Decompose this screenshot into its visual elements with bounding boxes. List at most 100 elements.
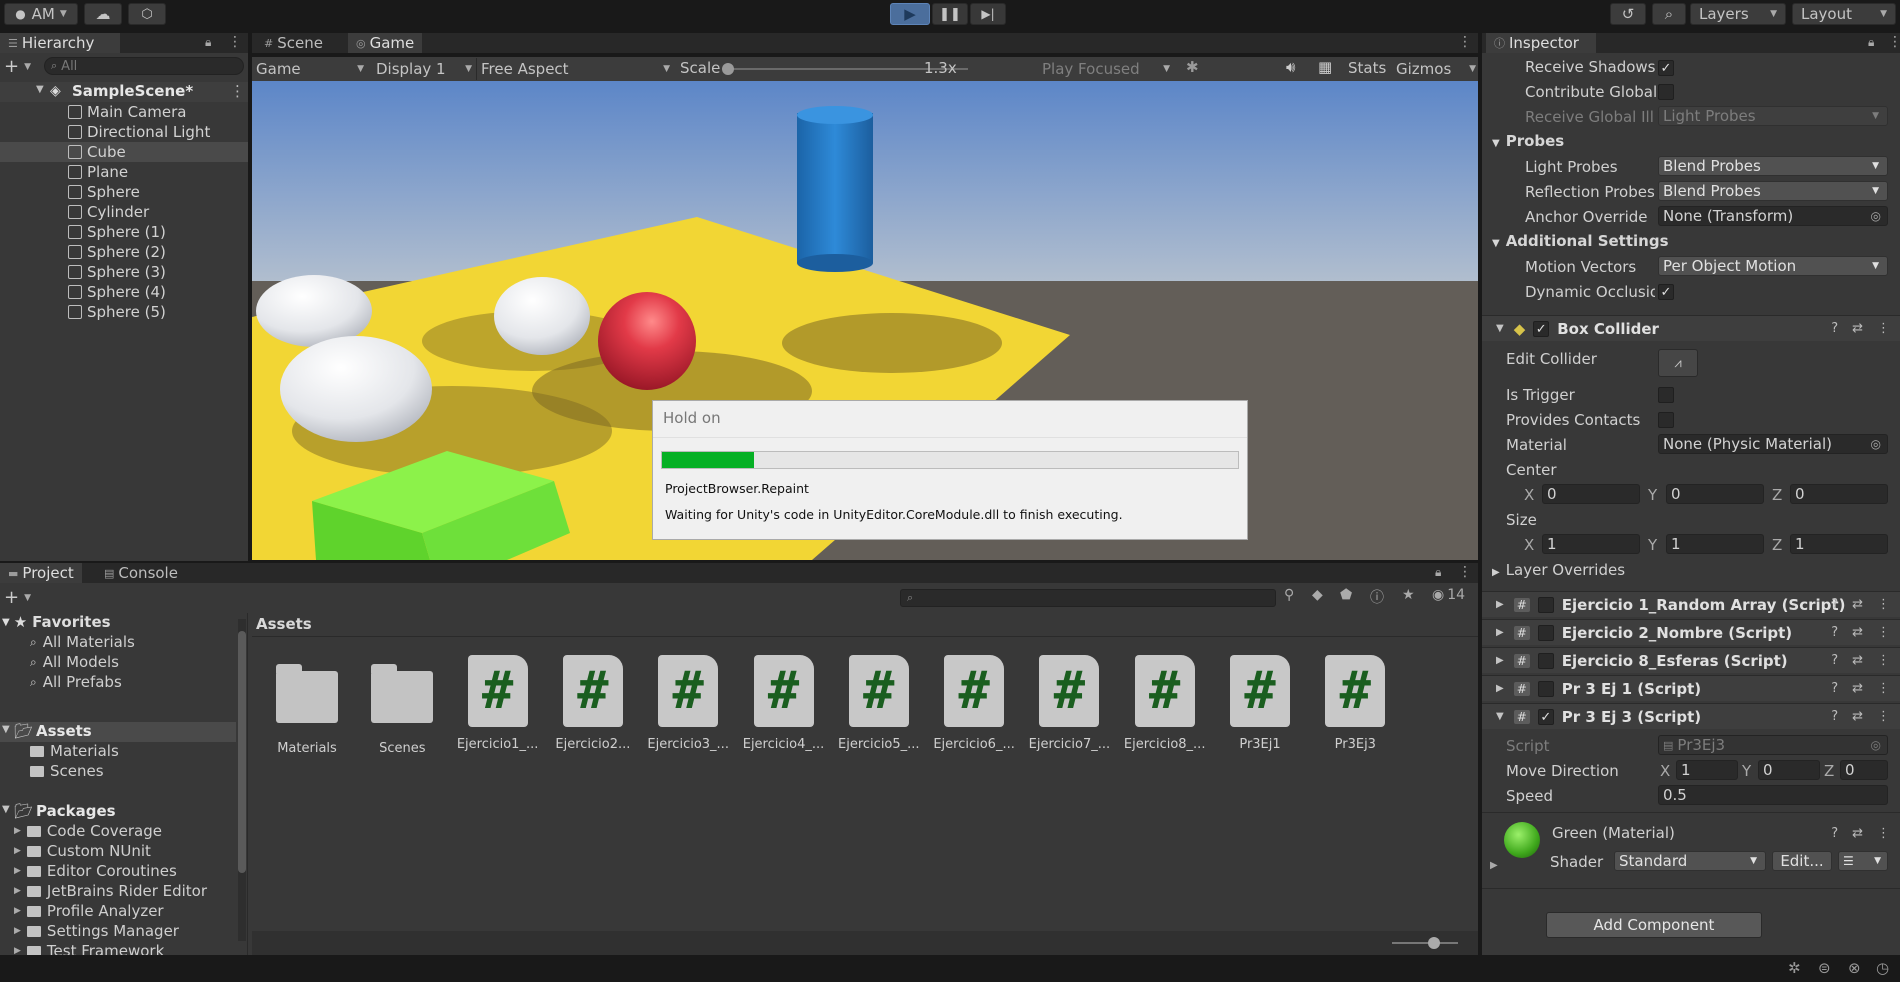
preset-icon[interactable]: ⇄: [1852, 681, 1863, 696]
tree-folder[interactable]: ▶ Settings Manager: [14, 922, 179, 940]
kebab-menu-icon[interactable]: ⋮: [1877, 625, 1890, 640]
assets-tree-row[interactable]: ▼ 📂︎ Assets: [0, 722, 236, 742]
tree-folder[interactable]: ▶ Editor Coroutines: [14, 862, 177, 880]
tree-folder[interactable]: ▶ Code Coverage: [14, 822, 162, 840]
script-component-header[interactable]: ▶ # Ejercicio 2_Nombre (Script)? ⇄ ⋮: [1482, 619, 1900, 645]
preset-icon[interactable]: ⇄: [1852, 709, 1863, 724]
reflection-probes-dropdown[interactable]: Blend Probes ▼: [1658, 181, 1888, 201]
scene-row[interactable]: ▼ ◈ SampleScene* ⋮: [0, 82, 248, 102]
warning-icon[interactable]: ⓘ: [1370, 587, 1384, 607]
kebab-menu-icon[interactable]: ⋮: [1888, 34, 1900, 50]
receive-shadows-checkbox[interactable]: ✓: [1658, 60, 1674, 76]
gizmos-dropdown[interactable]: Gizmos ▼: [1396, 58, 1476, 80]
tree-folder[interactable]: Scenes: [30, 762, 104, 780]
move-x-field[interactable]: 1: [1676, 760, 1738, 780]
dynamic-occlusion-checkbox[interactable]: ✓: [1658, 284, 1674, 300]
hierarchy-item[interactable]: Main Camera: [0, 102, 248, 122]
script-component-header[interactable]: ▶ # Pr 3 Ej 1 (Script)? ⇄ ⋮: [1482, 675, 1900, 701]
component-enabled-checkbox[interactable]: [1537, 652, 1554, 669]
object-picker-icon[interactable]: ◎: [1871, 437, 1881, 451]
project-create-button[interactable]: + ▼: [4, 587, 31, 608]
hierarchy-item[interactable]: Plane: [0, 162, 248, 182]
kebab-menu-icon[interactable]: ⋮: [1877, 826, 1890, 841]
move-z-field[interactable]: 0: [1840, 760, 1888, 780]
preset-icon[interactable]: ⇄: [1852, 653, 1863, 668]
script-component-header[interactable]: ▶ # Ejercicio 1_Random Array (Script)? ⇄ ⋮: [1482, 591, 1900, 617]
speed-field[interactable]: 0.5: [1658, 785, 1888, 805]
asset-script[interactable]: # Pr3Ej3: [1310, 655, 1400, 755]
cache-icon[interactable]: ⊜: [1818, 959, 1831, 977]
asset-script[interactable]: # Ejercicio1_...: [453, 655, 543, 755]
packages-tree-row[interactable]: ▼ 📂︎ Packages: [0, 802, 236, 822]
slider-thumb[interactable]: [722, 63, 734, 75]
favorites-header[interactable]: ▼ ★ Favorites: [2, 613, 111, 631]
undo-history-button[interactable]: ↺: [1610, 3, 1646, 25]
hierarchy-item[interactable]: Cube: [0, 142, 248, 162]
asset-script[interactable]: # Ejercicio3_...: [643, 655, 733, 755]
help-icon[interactable]: ?: [1831, 681, 1838, 696]
debug-off-icon[interactable]: ✲: [1788, 959, 1801, 977]
component-enabled-checkbox[interactable]: [1537, 596, 1554, 613]
expand-arrow-icon[interactable]: ▶: [14, 886, 21, 896]
progress-icon[interactable]: ◷: [1876, 959, 1889, 977]
box-collider-enabled-checkbox[interactable]: ✓: [1533, 320, 1550, 337]
preset-icon[interactable]: ⇄: [1852, 625, 1863, 640]
box-collider-header[interactable]: ▼ ◆ ✓ Box Collider ? ⇄ ⋮: [1482, 315, 1900, 341]
stats-button[interactable]: Stats: [1348, 59, 1386, 77]
help-icon[interactable]: ?: [1831, 321, 1838, 336]
favorite-item[interactable]: ⌕ All Models: [30, 653, 119, 671]
network-icon[interactable]: ⊗: [1848, 959, 1861, 977]
preset-icon[interactable]: ⇄: [1852, 321, 1863, 336]
shader-edit-button[interactable]: Edit...: [1772, 851, 1832, 871]
filter-by-label-icon[interactable]: ◆: [1312, 587, 1323, 603]
asset-folder[interactable]: Scenes: [357, 655, 447, 756]
tab-hierarchy[interactable]: ☰ Hierarchy: [0, 33, 120, 53]
play-button[interactable]: ▶: [890, 3, 930, 25]
center-z-field[interactable]: 0: [1790, 484, 1888, 504]
display-dropdown[interactable]: Display 1 ▼: [376, 58, 472, 80]
kebab-menu-icon[interactable]: ⋮: [230, 82, 245, 100]
preset-icon[interactable]: ⇄: [1852, 597, 1863, 612]
hidden-packages-toggle[interactable]: ◉ 14: [1432, 587, 1465, 603]
star-icon[interactable]: ★: [1402, 587, 1415, 603]
speaker-icon[interactable]: 🔊︎: [1286, 58, 1295, 76]
lock-icon[interactable]: 🔒︎: [1868, 35, 1874, 50]
tab-scene[interactable]: # Scene: [256, 33, 331, 53]
hierarchy-item[interactable]: Directional Light: [0, 122, 248, 142]
center-x-field[interactable]: 0: [1542, 484, 1640, 504]
kebab-menu-icon[interactable]: ⋮: [1877, 681, 1890, 696]
layout-dropdown[interactable]: Layout ▼: [1792, 3, 1896, 25]
size-y-field[interactable]: 1: [1666, 534, 1764, 554]
breadcrumb-item[interactable]: Assets: [256, 615, 312, 633]
layer-overrides-foldout[interactable]: ▶ Layer Overrides: [1492, 561, 1625, 579]
asset-script[interactable]: # Ejercicio7_...: [1024, 655, 1114, 755]
size-x-field[interactable]: 1: [1542, 534, 1640, 554]
favorite-item[interactable]: ⌕ All Prefabs: [30, 673, 122, 691]
kebab-menu-icon[interactable]: ⋮: [1877, 597, 1890, 612]
help-icon[interactable]: ?: [1831, 826, 1838, 841]
hierarchy-item[interactable]: Sphere (1): [0, 222, 248, 242]
shader-options-dropdown[interactable]: ☰ ▼: [1838, 851, 1888, 871]
expand-arrow-icon[interactable]: ▼: [36, 84, 44, 95]
scrollbar-thumb[interactable]: [238, 631, 246, 873]
asset-script[interactable]: # Ejercicio8_...: [1120, 655, 1210, 755]
project-search[interactable]: ⌕: [900, 589, 1276, 607]
tree-folder[interactable]: Materials: [30, 742, 119, 760]
hierarchy-item[interactable]: Sphere (4): [0, 282, 248, 302]
help-icon[interactable]: ?: [1831, 597, 1838, 612]
physic-material-field[interactable]: None (Physic Material) ◎: [1658, 434, 1888, 454]
slider-thumb[interactable]: [1428, 937, 1440, 949]
tree-folder[interactable]: ▶ Custom NUnit: [14, 842, 151, 860]
tree-scrollbar[interactable]: [238, 619, 246, 941]
tab-project[interactable]: ▬ Project: [0, 563, 82, 583]
create-button[interactable]: + ▼: [4, 56, 31, 77]
add-component-button[interactable]: Add Component: [1546, 912, 1762, 938]
expand-arrow-icon[interactable]: ▶: [14, 826, 21, 836]
lock-icon[interactable]: 🔒︎: [205, 35, 211, 50]
light-probes-dropdown[interactable]: Blend Probes ▼: [1658, 156, 1888, 176]
tree-folder[interactable]: ▶ JetBrains Rider Editor: [14, 882, 207, 900]
collab-button[interactable]: ⬡: [128, 3, 166, 25]
play-focused-dropdown[interactable]: Play Focused ▼: [1042, 58, 1170, 80]
tab-inspector[interactable]: ⓘ Inspector: [1486, 33, 1596, 53]
shader-dropdown[interactable]: Standard ▼: [1614, 851, 1766, 871]
